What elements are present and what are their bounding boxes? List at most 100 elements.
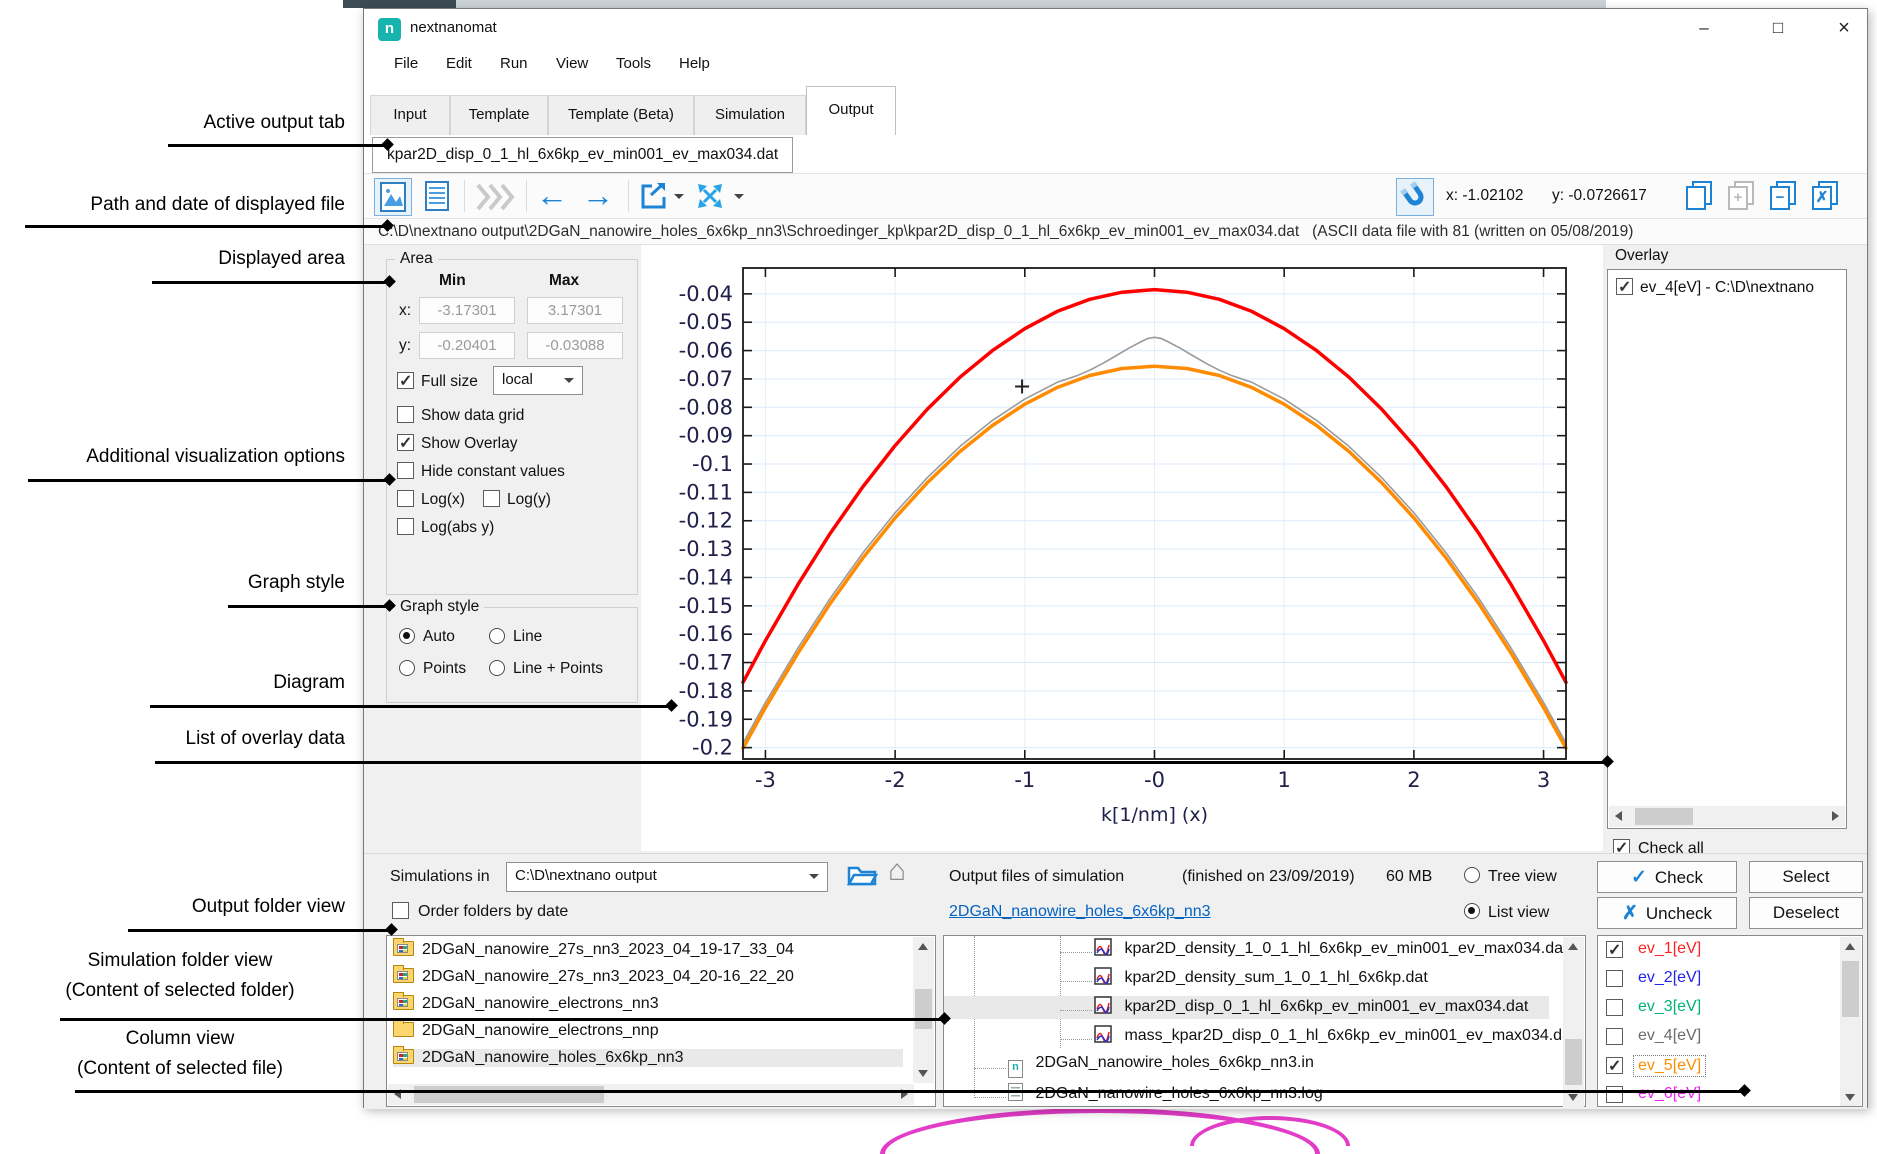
- folder-row[interactable]: 2DGaN_nanowire_electrons_nnp: [393, 1022, 659, 1040]
- scrollbar-thumb[interactable]: [414, 1086, 604, 1103]
- forward-arrow-button[interactable]: →: [582, 178, 614, 212]
- order-folders-checkbox[interactable]: [392, 902, 409, 919]
- file-row[interactable]: n 2DGaN_nanowire_holes_6x6kp_nn3.in: [944, 1054, 1314, 1078]
- tab-template-beta[interactable]: Template (Beta): [548, 95, 694, 135]
- column-checkbox[interactable]: [1606, 1057, 1623, 1074]
- y-min-field[interactable]: -0.20401: [419, 332, 515, 359]
- y-max-field[interactable]: -0.03088: [527, 332, 623, 359]
- file-row[interactable]: 2DGaN_nanowire_holes_6x6kp_nn3.log: [944, 1083, 1323, 1103]
- hide-constant-checkbox[interactable]: [397, 462, 414, 479]
- x-row-label: x:: [399, 302, 411, 320]
- log-x-checkbox[interactable]: [397, 490, 414, 507]
- expand-dropdown-caret[interactable]: [734, 194, 744, 199]
- folder-open-icon: [846, 860, 878, 888]
- scale-select[interactable]: local: [493, 366, 583, 395]
- remove-view-button[interactable]: −: [1768, 181, 1800, 213]
- new-view-button[interactable]: [1684, 181, 1716, 213]
- overlay-hscrollbar[interactable]: [1609, 806, 1845, 827]
- scrollbar-thumb[interactable]: [1842, 961, 1859, 1017]
- home-button[interactable]: ⌂: [888, 854, 906, 888]
- tab-input[interactable]: Input: [370, 95, 450, 135]
- folder-row[interactable]: 2DGaN_nanowire_27s_nn3_2023_04_20-16_22_…: [393, 968, 794, 986]
- scroll-down-icon[interactable]: [1845, 1094, 1855, 1101]
- open-file-tab[interactable]: kpar2D_disp_0_1_hl_6x6kp_ev_min001_ev_ma…: [372, 137, 793, 173]
- file-row[interactable]: kpar2D_density_1_0_1_hl_6x6kp_ev_min001_…: [944, 938, 1567, 961]
- snap-cursor-button[interactable]: [1396, 178, 1434, 216]
- scroll-left-icon[interactable]: [1615, 811, 1622, 821]
- list-view-radio[interactable]: [1464, 903, 1480, 919]
- x-max-field[interactable]: 3.17301: [527, 297, 623, 324]
- tab-output[interactable]: Output: [806, 86, 896, 135]
- scroll-down-icon[interactable]: [1568, 1094, 1578, 1101]
- collapse-panels-button[interactable]: [472, 182, 520, 217]
- annotation-arrow: [155, 761, 1608, 764]
- fit-to-window-button[interactable]: [694, 180, 744, 214]
- menu-help[interactable]: Help: [679, 55, 710, 72]
- scroll-up-icon[interactable]: [1568, 943, 1578, 950]
- x-min-field[interactable]: -3.17301: [419, 297, 515, 324]
- column-checkbox[interactable]: [1606, 970, 1623, 987]
- tab-simulation[interactable]: Simulation: [694, 95, 806, 135]
- scroll-down-icon[interactable]: [918, 1070, 928, 1077]
- open-folder-button[interactable]: [846, 860, 878, 893]
- overlay-item-checkbox[interactable]: [1616, 278, 1633, 295]
- check-button[interactable]: ✓Check: [1597, 861, 1737, 893]
- tree-view-radio[interactable]: [1464, 867, 1480, 883]
- simulation-path-combo[interactable]: C:\D\nextnano output: [506, 862, 828, 892]
- show-text-button[interactable]: [420, 178, 456, 216]
- menu-file[interactable]: File: [394, 55, 418, 72]
- full-size-checkbox[interactable]: [397, 372, 414, 389]
- graph-style-line-points-radio[interactable]: [489, 660, 505, 676]
- folder-list-hscrollbar[interactable]: [388, 1084, 914, 1105]
- column-checkbox[interactable]: [1606, 999, 1623, 1016]
- file-row-selected[interactable]: kpar2D_disp_0_1_hl_6x6kp_ev_min001_ev_ma…: [944, 996, 1549, 1019]
- file-row[interactable]: kpar2D_density_sum_1_0_1_hl_6x6kp.dat: [944, 967, 1428, 990]
- uncheck-button[interactable]: ✗Uncheck: [1597, 897, 1737, 929]
- folder-row[interactable]: 2DGaN_nanowire_electrons_nn3: [393, 995, 659, 1013]
- select-button[interactable]: Select: [1749, 861, 1863, 893]
- graph-style-points-radio[interactable]: [399, 660, 415, 676]
- column-checkbox[interactable]: [1606, 1028, 1623, 1045]
- scroll-up-icon[interactable]: [1845, 943, 1855, 950]
- show-chart-button[interactable]: [374, 178, 412, 216]
- menu-run[interactable]: Run: [500, 55, 528, 72]
- folder-row-selected[interactable]: 2DGaN_nanowire_holes_6x6kp_nn3: [393, 1049, 903, 1067]
- close-view-button[interactable]: ✗: [1810, 181, 1842, 213]
- tab-template[interactable]: Template: [450, 95, 548, 135]
- export-button[interactable]: [638, 180, 684, 214]
- close-button[interactable]: ×: [1822, 9, 1866, 47]
- simulation-path-value: C:\D\nextnano output: [515, 867, 657, 884]
- deselect-button[interactable]: Deselect: [1749, 897, 1863, 929]
- log-y-checkbox[interactable]: [483, 490, 500, 507]
- log-abs-y-checkbox[interactable]: [397, 518, 414, 535]
- column-checkbox[interactable]: [1606, 1086, 1623, 1103]
- graph-style-auto-radio[interactable]: [399, 628, 415, 644]
- minimize-button[interactable]: –: [1682, 9, 1726, 47]
- toolbar-separator: [628, 180, 629, 212]
- menu-view[interactable]: View: [556, 55, 588, 72]
- file-list-vscrollbar[interactable]: [1563, 937, 1584, 1107]
- menu-tools[interactable]: Tools: [616, 55, 651, 72]
- title-bar: n nextnanomat – □ ×: [364, 9, 1867, 49]
- show-data-grid-checkbox[interactable]: [397, 406, 414, 423]
- export-dropdown-caret[interactable]: [674, 194, 684, 199]
- add-view-button[interactable]: +: [1726, 181, 1758, 213]
- back-arrow-button[interactable]: ←: [536, 178, 568, 212]
- show-overlay-checkbox[interactable]: [397, 434, 414, 451]
- maximize-button[interactable]: □: [1756, 9, 1800, 47]
- graph-style-line-radio[interactable]: [489, 628, 505, 644]
- overlay-item-label[interactable]: ev_4[eV] - C:\D\nextnano: [1640, 279, 1814, 297]
- column-list-vscrollbar[interactable]: [1840, 937, 1861, 1107]
- scrollbar-thumb[interactable]: [1565, 1039, 1582, 1085]
- column-checkbox[interactable]: [1606, 941, 1623, 958]
- file-row[interactable]: mass_kpar2D_disp_0_1_hl_6x6kp_ev_min001_…: [944, 1025, 1575, 1048]
- scroll-up-icon[interactable]: [918, 943, 928, 950]
- simulation-file-list: kpar2D_density_1_0_1_hl_6x6kp_ev_min001_…: [943, 935, 1586, 1107]
- simulation-folder-link[interactable]: 2DGaN_nanowire_holes_6x6kp_nn3: [949, 903, 1211, 921]
- scroll-right-icon[interactable]: [1832, 811, 1839, 821]
- menu-edit[interactable]: Edit: [446, 55, 472, 72]
- folder-list-vscrollbar[interactable]: [913, 937, 934, 1083]
- scrollbar-thumb[interactable]: [915, 989, 932, 1029]
- scrollbar-thumb[interactable]: [1635, 808, 1693, 825]
- folder-row[interactable]: 2DGaN_nanowire_27s_nn3_2023_04_19-17_33_…: [393, 941, 794, 959]
